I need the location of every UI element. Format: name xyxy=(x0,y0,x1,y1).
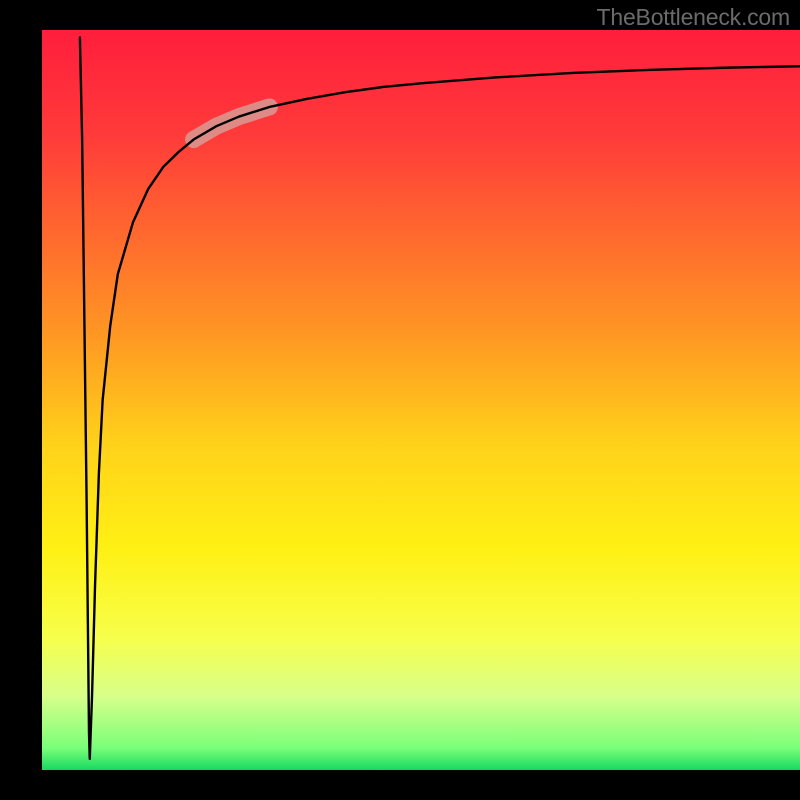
chart-container: TheBottleneck.com xyxy=(0,0,800,800)
chart-svg xyxy=(0,0,800,800)
watermark-text: TheBottleneck.com xyxy=(597,4,790,31)
chart-plot-bg xyxy=(42,30,800,770)
